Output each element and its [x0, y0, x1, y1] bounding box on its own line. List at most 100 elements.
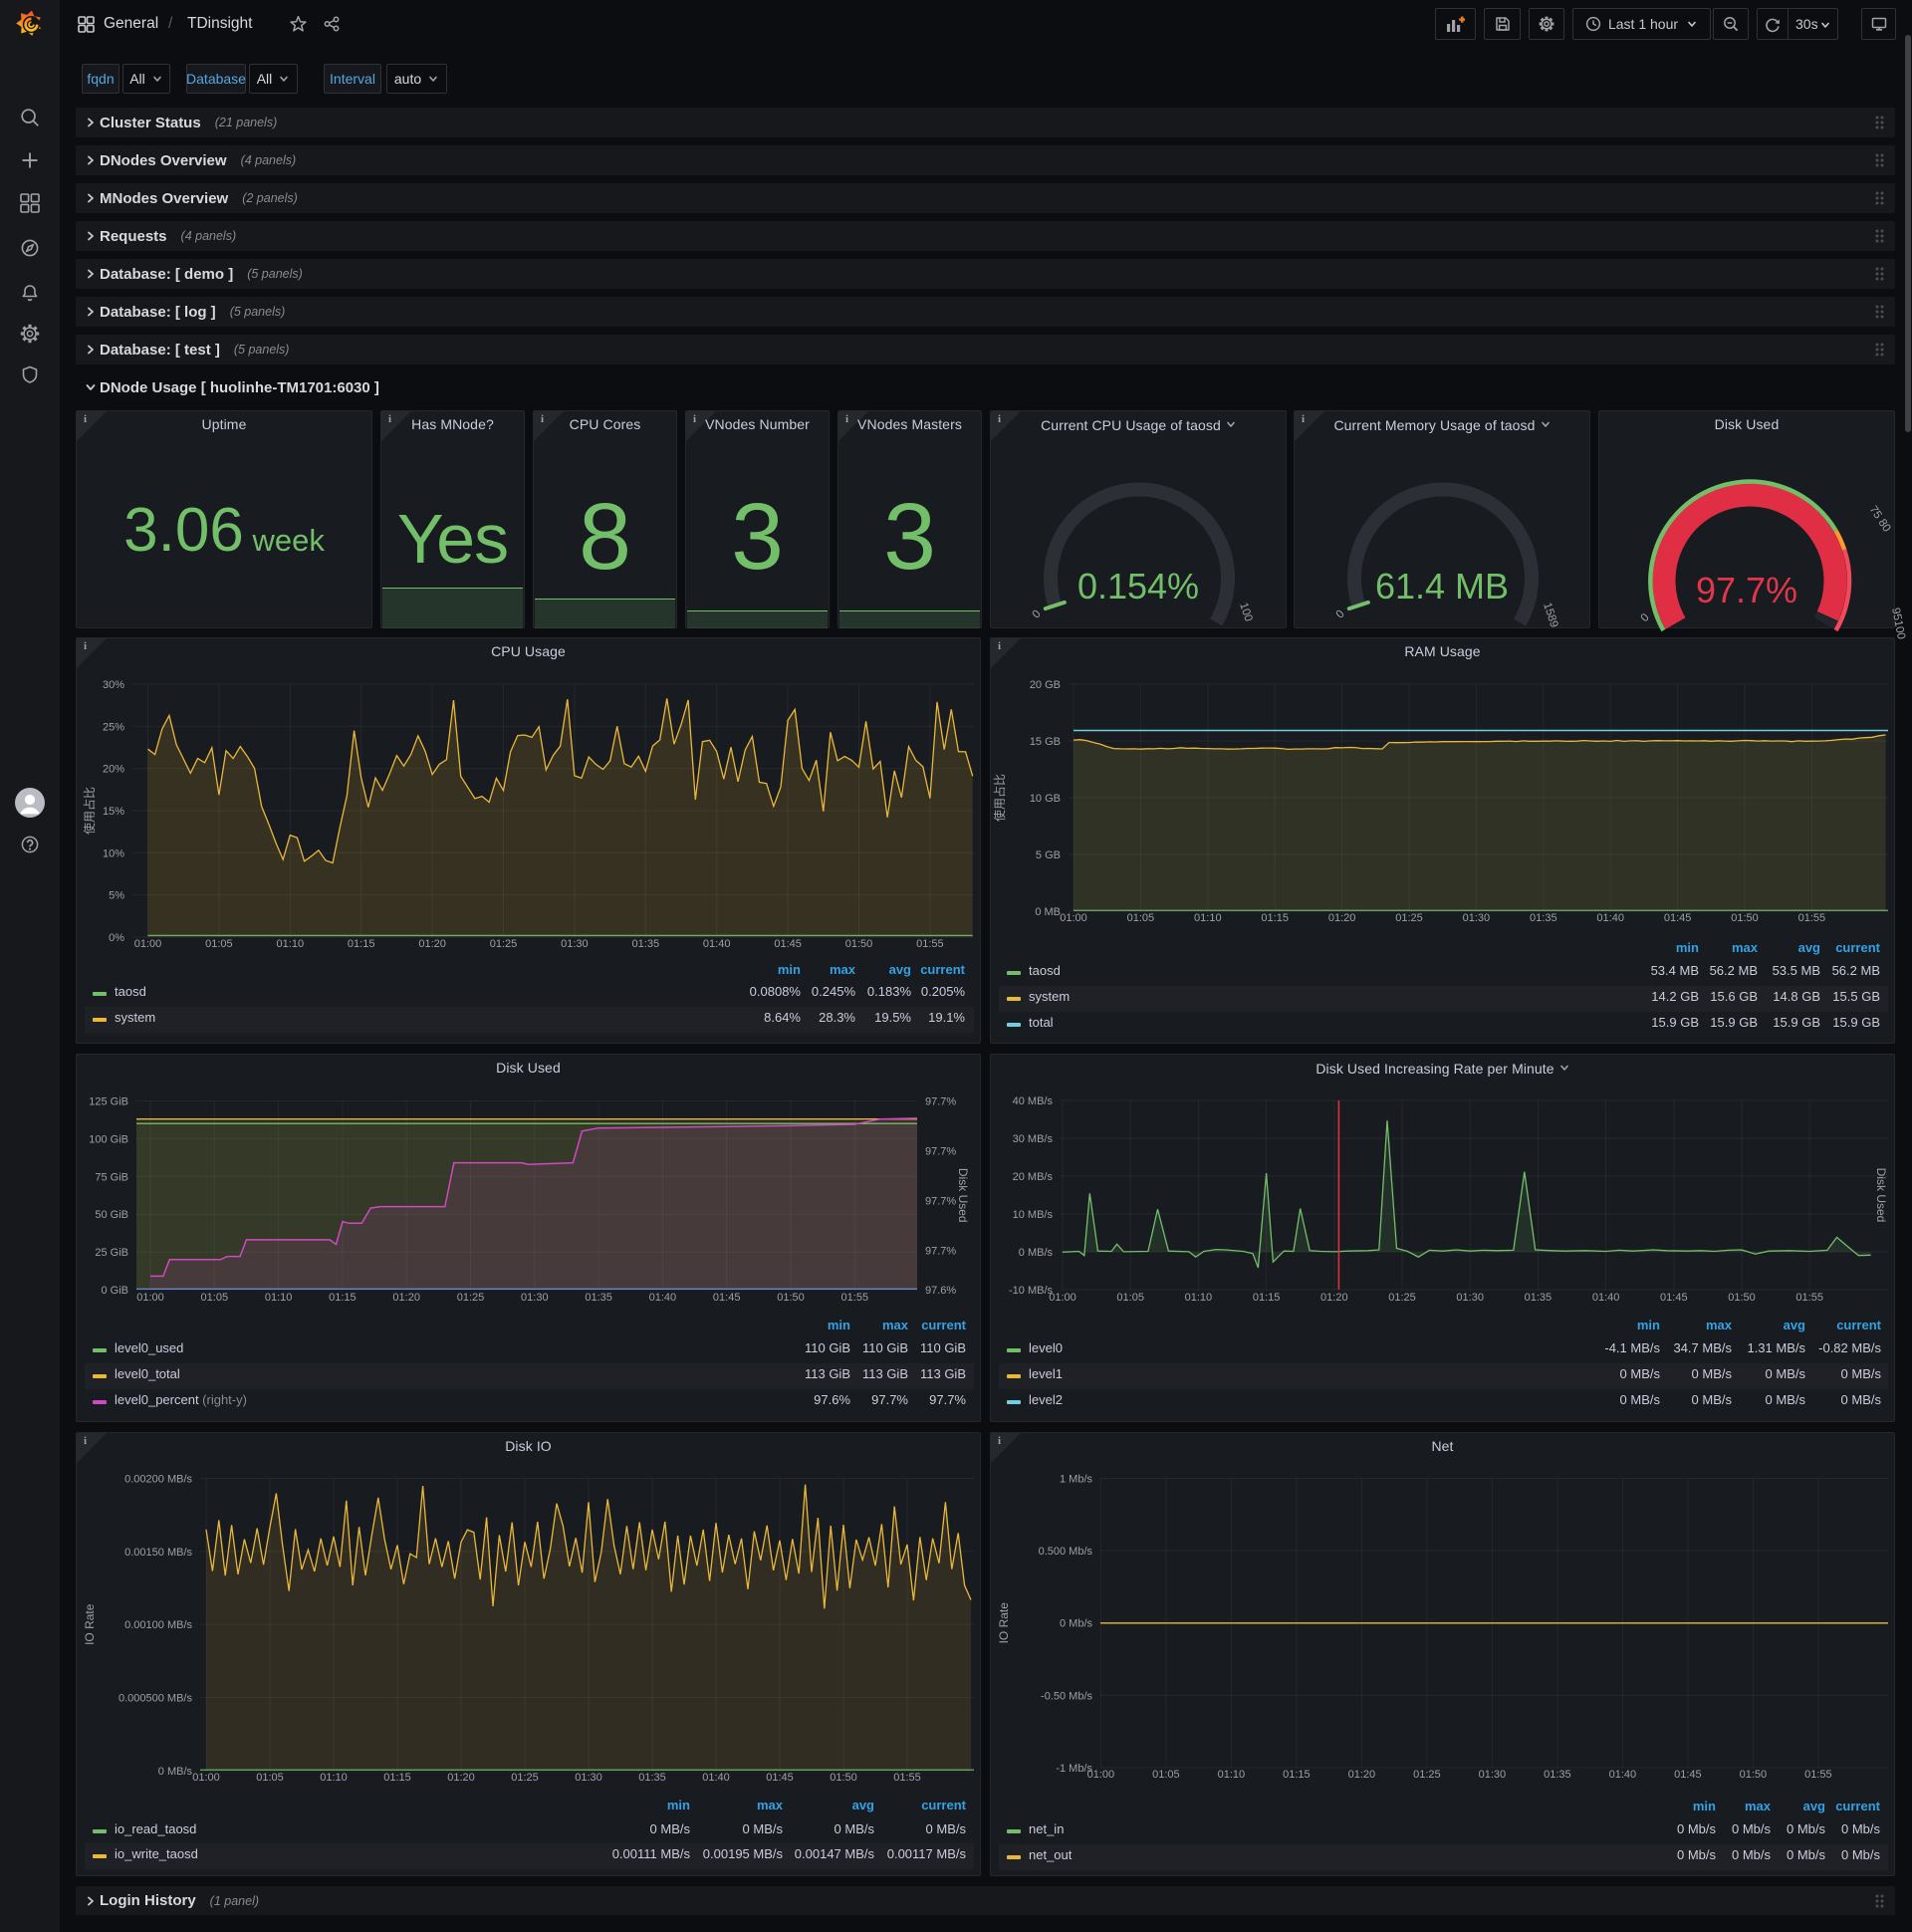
svg-text:01:35: 01:35	[1530, 912, 1557, 924]
svg-text:15%: 15%	[103, 806, 124, 818]
svg-text:01:25: 01:25	[457, 1292, 485, 1304]
svg-text:15 GB: 15 GB	[1030, 736, 1061, 748]
svg-text:01:15: 01:15	[329, 1292, 357, 1304]
svg-text:01:00: 01:00	[1049, 1292, 1076, 1304]
svg-text:01:45: 01:45	[1674, 1769, 1702, 1781]
svg-text:01:20: 01:20	[1328, 912, 1356, 924]
svg-text:01:05: 01:05	[1127, 912, 1155, 924]
svg-text:01:30: 01:30	[1463, 912, 1491, 924]
svg-text:01:50: 01:50	[1731, 912, 1759, 924]
svg-text:20%: 20%	[103, 764, 124, 776]
svg-text:01:10: 01:10	[1185, 1292, 1213, 1304]
svg-text:01:15: 01:15	[1283, 1769, 1311, 1781]
svg-text:01:30: 01:30	[521, 1292, 549, 1304]
svg-text:100 GiB: 100 GiB	[89, 1133, 128, 1145]
svg-text:01:00: 01:00	[192, 1772, 220, 1784]
svg-text:40 MB/s: 40 MB/s	[1013, 1095, 1054, 1107]
svg-text:125 GiB: 125 GiB	[89, 1096, 128, 1108]
svg-text:01:45: 01:45	[1660, 1292, 1688, 1304]
svg-text:30 MB/s: 30 MB/s	[1013, 1133, 1054, 1145]
svg-text:30%: 30%	[103, 679, 124, 691]
svg-text:01:10: 01:10	[265, 1292, 293, 1304]
svg-text:20 GB: 20 GB	[1030, 679, 1061, 691]
svg-text:25 GiB: 25 GiB	[95, 1247, 128, 1259]
svg-text:0.500 Mb/s: 0.500 Mb/s	[1039, 1546, 1093, 1558]
svg-text:10 MB/s: 10 MB/s	[1013, 1209, 1054, 1221]
svg-text:01:25: 01:25	[1395, 912, 1423, 924]
svg-text:01:25: 01:25	[490, 938, 518, 950]
svg-text:01:45: 01:45	[1664, 912, 1692, 924]
svg-text:01:50: 01:50	[1728, 1292, 1756, 1304]
svg-text:01:00: 01:00	[136, 1292, 164, 1304]
svg-text:01:50: 01:50	[845, 938, 873, 950]
svg-text:0 MB/s: 0 MB/s	[158, 1766, 193, 1778]
svg-text:75 80: 75 80	[1867, 504, 1893, 535]
svg-text:01:45: 01:45	[774, 938, 802, 950]
svg-text:-10 MB/s: -10 MB/s	[1009, 1285, 1054, 1297]
svg-text:01:30: 01:30	[575, 1772, 602, 1784]
svg-text:01:35: 01:35	[585, 1292, 612, 1304]
svg-text:5 GB: 5 GB	[1036, 849, 1061, 861]
svg-text:01:20: 01:20	[418, 938, 446, 950]
svg-text:01:40: 01:40	[1592, 1292, 1620, 1304]
svg-text:01:15: 01:15	[1261, 912, 1289, 924]
svg-text:使用占比: 使用占比	[82, 787, 97, 835]
svg-text:0.000500 MB/s: 0.000500 MB/s	[119, 1692, 192, 1704]
svg-text:75 GiB: 75 GiB	[95, 1171, 128, 1183]
svg-text:01:40: 01:40	[702, 1772, 730, 1784]
svg-text:01:20: 01:20	[1320, 1292, 1348, 1304]
svg-text:01:30: 01:30	[1479, 1769, 1507, 1781]
svg-text:01:35: 01:35	[632, 938, 660, 950]
svg-text:01:25: 01:25	[511, 1772, 539, 1784]
svg-text:97.6%: 97.6%	[925, 1285, 956, 1297]
svg-text:0: 0	[1031, 608, 1044, 621]
svg-text:IO Rate: IO Rate	[997, 1602, 1011, 1644]
svg-text:97.7%: 97.7%	[925, 1146, 956, 1158]
svg-text:01:30: 01:30	[561, 938, 589, 950]
svg-text:Disk Used: Disk Used	[1874, 1168, 1888, 1223]
svg-text:01:25: 01:25	[1388, 1292, 1416, 1304]
svg-text:0 MB: 0 MB	[1035, 906, 1061, 918]
svg-text:0.00150 MB/s: 0.00150 MB/s	[124, 1547, 192, 1559]
svg-text:01:15: 01:15	[383, 1772, 411, 1784]
svg-text:-0.50 Mb/s: -0.50 Mb/s	[1041, 1690, 1092, 1702]
svg-text:5%: 5%	[109, 890, 124, 902]
svg-text:01:05: 01:05	[1152, 1769, 1180, 1781]
svg-text:0.00200 MB/s: 0.00200 MB/s	[124, 1474, 192, 1486]
svg-text:01:50: 01:50	[1740, 1769, 1768, 1781]
svg-text:01:55: 01:55	[841, 1292, 869, 1304]
svg-text:01:15: 01:15	[1253, 1292, 1281, 1304]
svg-text:97.7%: 97.7%	[925, 1196, 956, 1208]
svg-text:0: 0	[1334, 608, 1347, 621]
svg-text:01:50: 01:50	[830, 1772, 857, 1784]
svg-text:01:05: 01:05	[205, 938, 233, 950]
svg-text:01:00: 01:00	[134, 938, 162, 950]
svg-text:01:30: 01:30	[1456, 1292, 1484, 1304]
svg-text:01:15: 01:15	[348, 938, 375, 950]
svg-text:50 GiB: 50 GiB	[95, 1209, 128, 1221]
svg-text:01:50: 01:50	[777, 1292, 805, 1304]
svg-text:01:35: 01:35	[638, 1772, 666, 1784]
svg-text:25%: 25%	[103, 721, 124, 733]
svg-text:01:10: 01:10	[1194, 912, 1222, 924]
svg-text:01:20: 01:20	[447, 1772, 475, 1784]
svg-text:20 MB/s: 20 MB/s	[1013, 1171, 1054, 1183]
svg-text:01:10: 01:10	[320, 1772, 348, 1784]
svg-text:0: 0	[1639, 611, 1652, 624]
svg-text:0 Mb/s: 0 Mb/s	[1060, 1618, 1093, 1630]
svg-text:0 GiB: 0 GiB	[101, 1285, 128, 1297]
svg-text:0 MB/s: 0 MB/s	[1019, 1247, 1054, 1259]
svg-text:01:00: 01:00	[1087, 1769, 1115, 1781]
svg-text:01:05: 01:05	[1116, 1292, 1144, 1304]
svg-text:使用占比: 使用占比	[992, 774, 1007, 822]
svg-text:01:55: 01:55	[1798, 912, 1826, 924]
svg-text:97.7%: 97.7%	[925, 1246, 956, 1258]
svg-text:01:40: 01:40	[1609, 1769, 1637, 1781]
svg-text:95100: 95100	[1889, 606, 1907, 640]
svg-text:01:55: 01:55	[1795, 1292, 1823, 1304]
svg-text:01:20: 01:20	[392, 1292, 420, 1304]
svg-text:97.7%: 97.7%	[925, 1096, 956, 1108]
svg-text:01:45: 01:45	[766, 1772, 794, 1784]
svg-text:10%: 10%	[103, 847, 124, 859]
svg-text:01:55: 01:55	[893, 1772, 921, 1784]
